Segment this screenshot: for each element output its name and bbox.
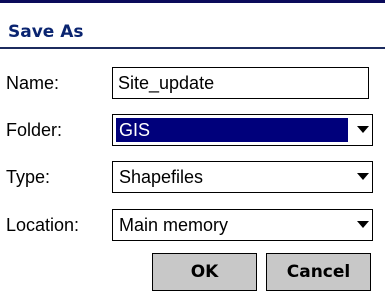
dialog-title: Save As	[8, 22, 84, 42]
location-dropdown[interactable]: Main memory	[112, 209, 373, 241]
title-divider	[0, 47, 385, 49]
name-label: Name:	[6, 73, 60, 93]
type-dropdown[interactable]: Shapefiles	[112, 161, 373, 193]
folder-value: GIS	[119, 120, 151, 140]
location-value: Main memory	[119, 215, 229, 235]
dialog-title-bar: Save As	[0, 3, 385, 47]
folder-label: Folder:	[6, 120, 63, 140]
type-label: Type:	[6, 167, 51, 187]
name-input[interactable]	[113, 68, 368, 98]
chevron-down-icon[interactable]	[357, 221, 369, 228]
chevron-down-icon[interactable]	[357, 173, 369, 180]
ok-button[interactable]: OK	[152, 253, 257, 291]
type-value: Shapefiles	[119, 167, 204, 187]
folder-dropdown[interactable]: GIS	[112, 114, 373, 146]
name-field[interactable]	[112, 67, 369, 99]
folder-selection-highlight: GIS	[116, 118, 348, 142]
location-label: Location:	[6, 215, 80, 235]
chevron-down-icon[interactable]	[357, 126, 369, 133]
cancel-button[interactable]: Cancel	[266, 253, 371, 291]
